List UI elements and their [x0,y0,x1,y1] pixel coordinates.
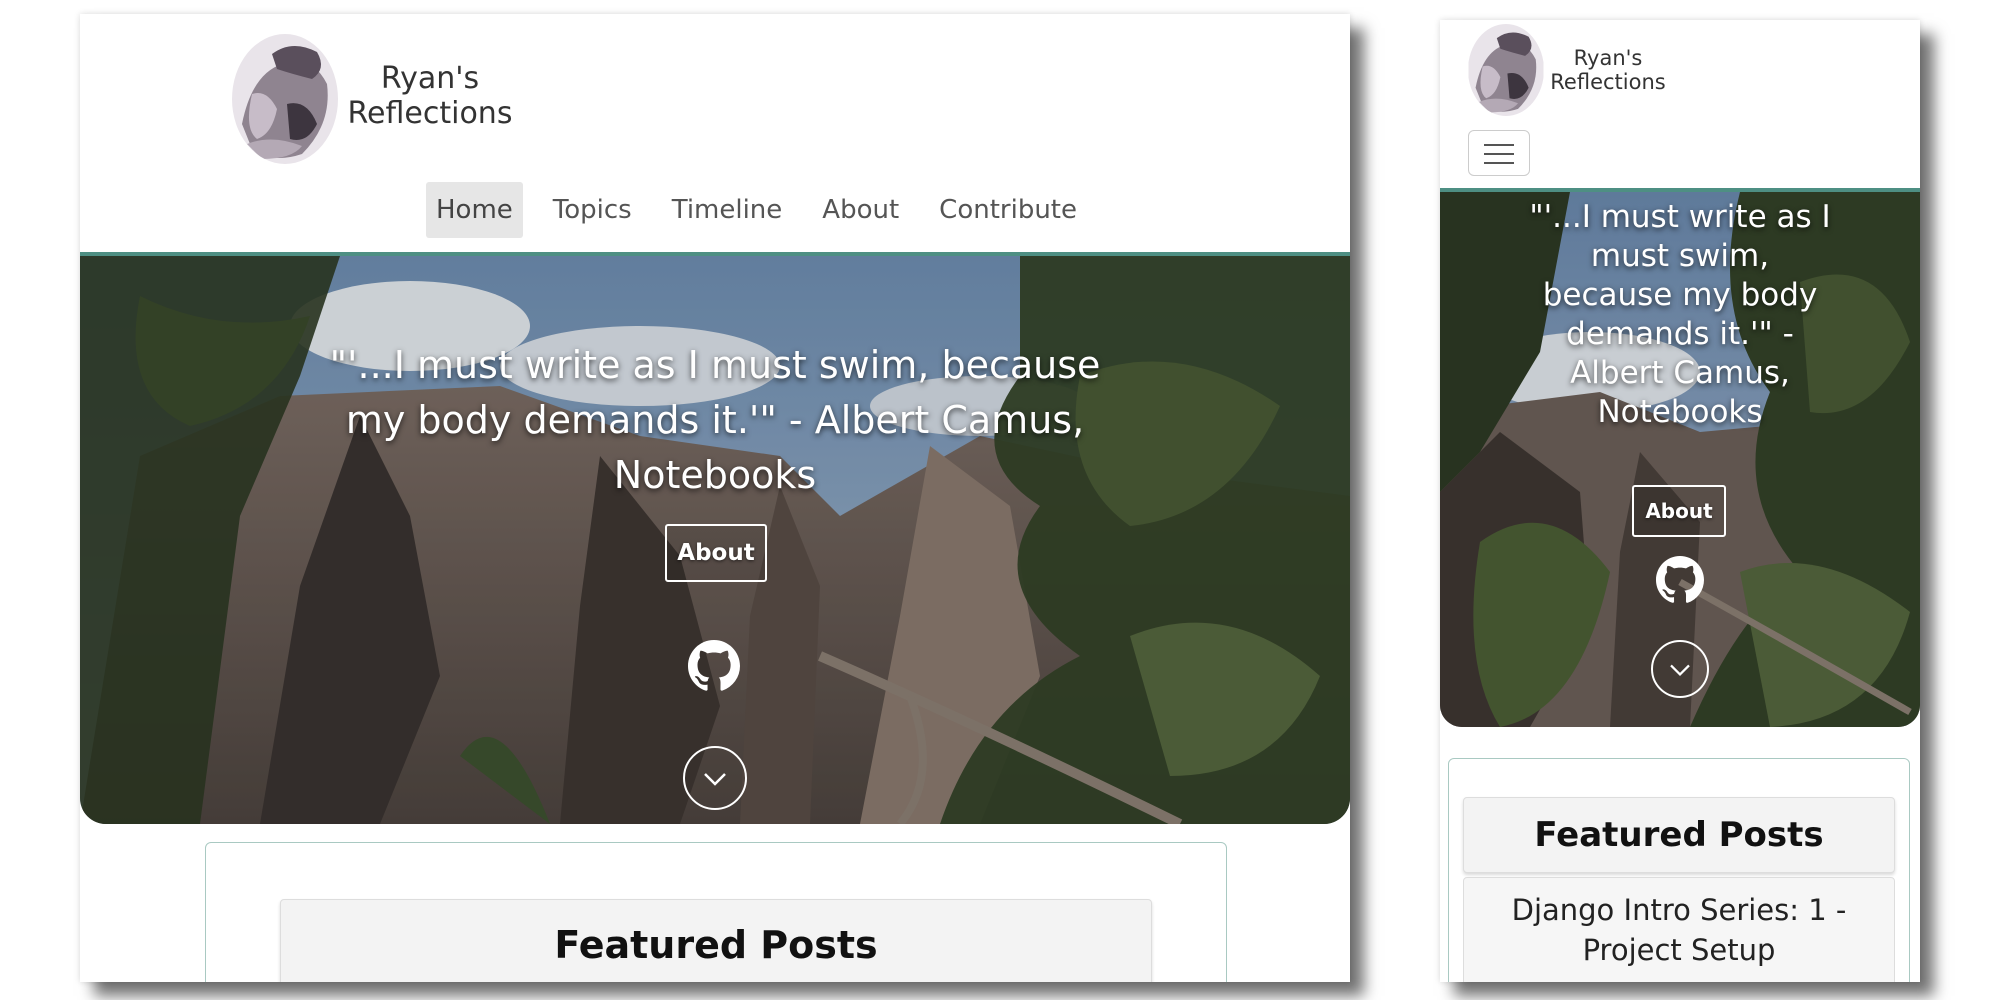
hero-quote: "'...I must write as I must swim, becaus… [1470,198,1890,432]
site-logo-image[interactable] [232,34,338,164]
site-title-line2: Reflections [347,95,513,131]
chevron-down-icon [1670,664,1690,676]
hero-quote-line: demands it.'" - [1566,316,1794,352]
site-title[interactable]: Ryan's Reflections [330,61,530,131]
about-button[interactable]: About [665,524,767,582]
site-logo-image[interactable] [1468,24,1544,116]
featured-posts-card: Featured Posts Django Intro Series: 1 - … [1448,758,1910,982]
nav-contribute[interactable]: Contribute [929,182,1087,238]
featured-posts-card: Featured Posts [205,842,1227,982]
hero-quote: "'...I must write as I must swim, becaus… [320,338,1110,503]
nav-topics[interactable]: Topics [543,182,642,238]
post-title-line: Django Intro Series: 1 - [1511,893,1847,927]
scroll-down-button[interactable] [683,746,747,810]
nav-toggle-button[interactable] [1468,130,1530,176]
hero-quote-line: Notebooks [1597,394,1763,430]
about-button[interactable]: About [1632,485,1726,537]
site-title[interactable]: Ryan's Reflections [1538,46,1678,94]
scroll-down-button[interactable] [1651,640,1709,698]
hero-quote-line: Notebooks [613,453,817,497]
chevron-down-icon [704,773,726,786]
menu-icon-bar [1484,153,1514,155]
site-title-line1: Ryan's [380,61,480,96]
hero-quote-line: "'...I must write as I must swim, becaus… [329,343,1101,387]
featured-posts-heading: Featured Posts [1463,797,1895,873]
nav-home[interactable]: Home [426,182,523,238]
github-icon[interactable] [688,640,740,692]
menu-icon-bar [1484,162,1514,164]
hero-quote-line: Albert Camus, [1570,355,1790,391]
hero-quote-line: "'...I must write as I [1529,199,1831,235]
site-title-line1: Ryan's [1573,46,1643,70]
nav-timeline[interactable]: Timeline [662,182,793,238]
featured-posts-heading: Featured Posts [280,899,1152,982]
mobile-view: Ryan's Reflections "'...I must write as … [1440,20,1920,982]
post-title-line: Project Setup [1582,933,1776,967]
github-icon[interactable] [1656,556,1704,604]
nav-about[interactable]: About [812,182,909,238]
hero-section: "'...I must write as I must swim, becaus… [80,256,1350,824]
featured-post-item[interactable]: Django Intro Series: 1 - Project Setup [1463,877,1895,982]
post-title[interactable]: Django Intro Series: 1 - Project Setup [1464,878,1894,970]
mobile-header: Ryan's Reflections [1440,20,1920,192]
desktop-view: Ryan's Reflections Home Topics Timeline … [80,14,1350,982]
menu-icon-bar [1484,144,1514,146]
site-title-line2: Reflections [1550,70,1666,94]
hero-quote-line: must swim, [1590,238,1770,274]
main-nav: Home Topics Timeline About Contribute [426,182,1107,238]
site-header: Ryan's Reflections Home Topics Timeline … [80,14,1350,256]
hero-quote-line: because my body [1542,277,1818,313]
hero-section: "'...I must write as I must swim, becaus… [1440,192,1920,727]
hero-quote-line: my body demands it.'" - Albert Camus, [345,398,1085,442]
